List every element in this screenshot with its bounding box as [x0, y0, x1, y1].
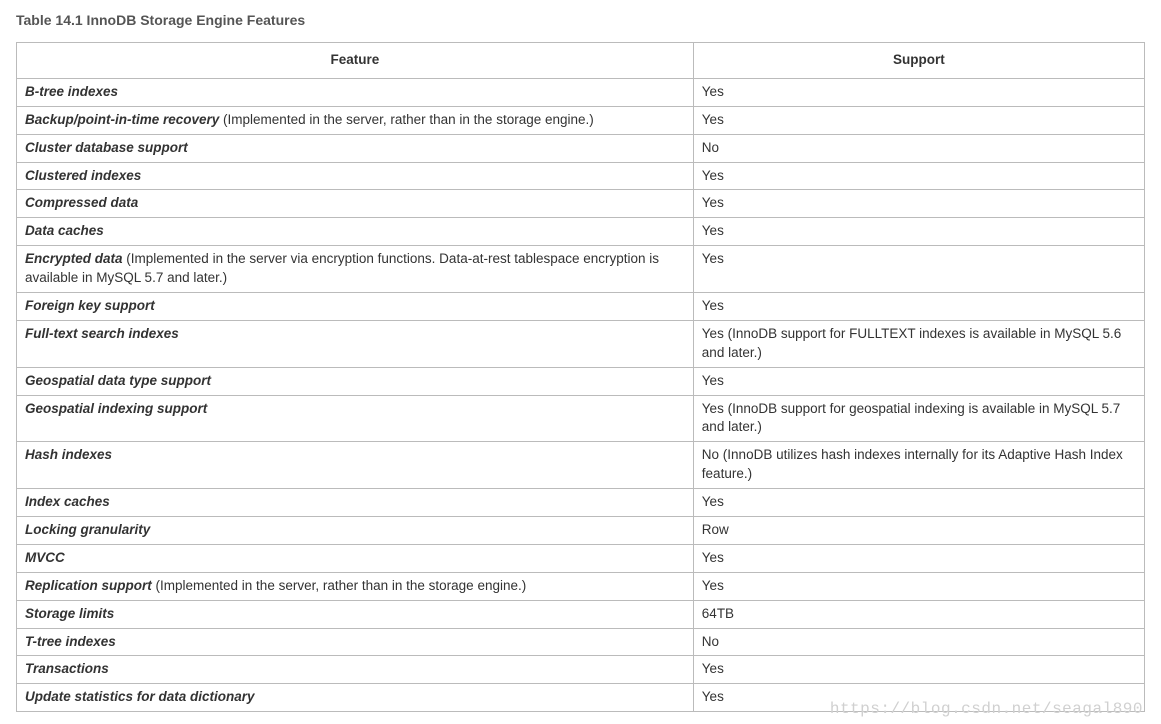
- feature-name: Cluster database support: [25, 140, 188, 155]
- table-row: Full-text search indexes Yes (InnoDB supp…: [17, 320, 1145, 367]
- table-row: Encrypted data (Implemented in the serve…: [17, 246, 1145, 293]
- feature-name: Clustered indexes: [25, 168, 141, 183]
- feature-cell: Transactions: [17, 656, 694, 684]
- table-row: Clustered indexes Yes: [17, 162, 1145, 190]
- feature-name: Foreign key support: [25, 298, 155, 313]
- support-cell: Yes: [693, 572, 1144, 600]
- feature-name: Geospatial indexing support: [25, 401, 207, 416]
- feature-cell: Cluster database support: [17, 134, 694, 162]
- feature-name: Hash indexes: [25, 447, 112, 462]
- feature-name: MVCC: [25, 550, 65, 565]
- feature-cell: Backup/point-in-time recovery (Implement…: [17, 106, 694, 134]
- feature-name: Replication support: [25, 578, 152, 593]
- support-cell: Row: [693, 517, 1144, 545]
- feature-cell: Foreign key support: [17, 293, 694, 321]
- feature-cell: MVCC: [17, 544, 694, 572]
- feature-cell: Data caches: [17, 218, 694, 246]
- feature-cell: Geospatial indexing support: [17, 395, 694, 442]
- feature-cell: Storage limits: [17, 600, 694, 628]
- table-row: Update statistics for data dictionary Yes: [17, 684, 1145, 712]
- support-cell: Yes: [693, 162, 1144, 190]
- support-cell: No: [693, 628, 1144, 656]
- table-row: T-tree indexes No: [17, 628, 1145, 656]
- support-cell: Yes: [693, 218, 1144, 246]
- support-cell: Yes: [693, 190, 1144, 218]
- feature-name: Geospatial data type support: [25, 373, 211, 388]
- feature-name: Full-text search indexes: [25, 326, 179, 341]
- table-row: Index caches Yes: [17, 489, 1145, 517]
- support-cell: Yes: [693, 293, 1144, 321]
- feature-note: (Implemented in the server, rather than …: [152, 578, 526, 593]
- support-cell: Yes (InnoDB support for FULLTEXT indexes…: [693, 320, 1144, 367]
- table-row: Transactions Yes: [17, 656, 1145, 684]
- feature-name: Data caches: [25, 223, 104, 238]
- feature-name: Transactions: [25, 661, 109, 676]
- table-header-row: Feature Support: [17, 43, 1145, 79]
- feature-cell: Full-text search indexes: [17, 320, 694, 367]
- support-cell: Yes: [693, 246, 1144, 293]
- table-row: Geospatial data type support Yes: [17, 367, 1145, 395]
- feature-name: Locking granularity: [25, 522, 150, 537]
- support-cell: Yes: [693, 544, 1144, 572]
- feature-note: (Implemented in the server, rather than …: [219, 112, 593, 127]
- feature-name: B-tree indexes: [25, 84, 118, 99]
- feature-cell: Compressed data: [17, 190, 694, 218]
- table-row: Locking granularity Row: [17, 517, 1145, 545]
- feature-name: Encrypted data: [25, 251, 123, 266]
- table-row: Backup/point-in-time recovery (Implement…: [17, 106, 1145, 134]
- table-row: B-tree indexes Yes: [17, 78, 1145, 106]
- support-cell: Yes: [693, 106, 1144, 134]
- feature-cell: Replication support (Implemented in the …: [17, 572, 694, 600]
- table-row: Foreign key support Yes: [17, 293, 1145, 321]
- table-row: Cluster database support No: [17, 134, 1145, 162]
- support-cell: Yes: [693, 656, 1144, 684]
- feature-name: Index caches: [25, 494, 110, 509]
- feature-name: Storage limits: [25, 606, 114, 621]
- header-feature: Feature: [17, 43, 694, 79]
- feature-cell: Geospatial data type support: [17, 367, 694, 395]
- table-caption: Table 14.1 InnoDB Storage Engine Feature…: [16, 12, 1145, 28]
- feature-cell: Index caches: [17, 489, 694, 517]
- table-row: Hash indexes No (InnoDB utilizes hash ind…: [17, 442, 1145, 489]
- support-cell: Yes (InnoDB support for geospatial index…: [693, 395, 1144, 442]
- header-support: Support: [693, 43, 1144, 79]
- support-cell: No (InnoDB utilizes hash indexes interna…: [693, 442, 1144, 489]
- feature-cell: Encrypted data (Implemented in the serve…: [17, 246, 694, 293]
- feature-cell: Clustered indexes: [17, 162, 694, 190]
- features-table: Feature Support B-tree indexesYesBackup/…: [16, 42, 1145, 712]
- support-cell: Yes: [693, 78, 1144, 106]
- table-row: Replication support (Implemented in the …: [17, 572, 1145, 600]
- feature-name: Update statistics for data dictionary: [25, 689, 255, 704]
- feature-cell: Hash indexes: [17, 442, 694, 489]
- table-row: Data caches Yes: [17, 218, 1145, 246]
- feature-name: T-tree indexes: [25, 634, 116, 649]
- feature-cell: T-tree indexes: [17, 628, 694, 656]
- support-cell: Yes: [693, 684, 1144, 712]
- support-cell: 64TB: [693, 600, 1144, 628]
- feature-cell: Locking granularity: [17, 517, 694, 545]
- table-row: Compressed data Yes: [17, 190, 1145, 218]
- support-cell: Yes: [693, 489, 1144, 517]
- table-row: Storage limits 64TB: [17, 600, 1145, 628]
- table-row: MVCC Yes: [17, 544, 1145, 572]
- support-cell: No: [693, 134, 1144, 162]
- support-cell: Yes: [693, 367, 1144, 395]
- feature-cell: Update statistics for data dictionary: [17, 684, 694, 712]
- feature-name: Backup/point-in-time recovery: [25, 112, 219, 127]
- feature-cell: B-tree indexes: [17, 78, 694, 106]
- feature-name: Compressed data: [25, 195, 138, 210]
- table-row: Geospatial indexing support Yes (InnoDB s…: [17, 395, 1145, 442]
